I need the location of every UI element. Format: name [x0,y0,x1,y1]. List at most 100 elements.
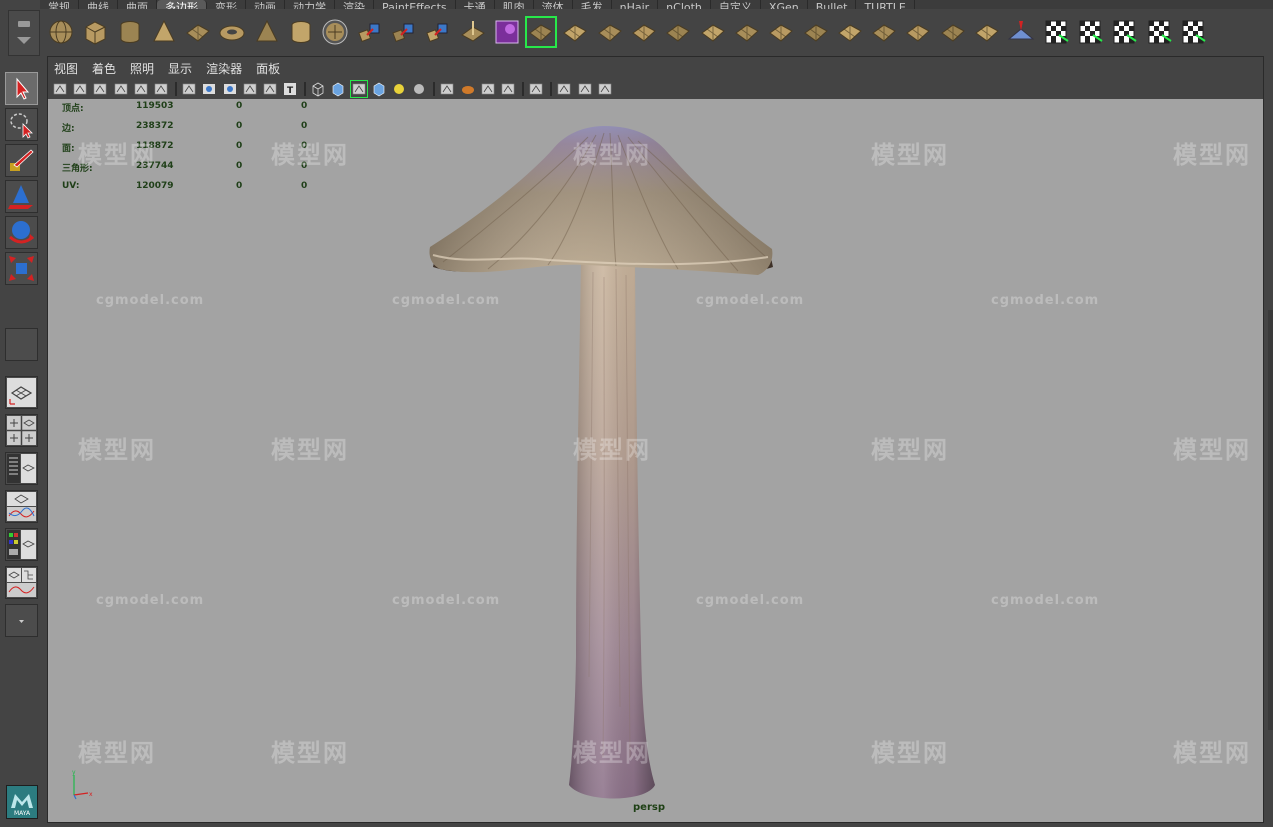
combine-button[interactable] [355,17,385,47]
poly-cone-button[interactable] [149,17,179,47]
automatic-mapping-button[interactable] [1144,17,1174,47]
bevel-button[interactable] [698,17,728,47]
layout-four-view-button[interactable] [5,414,38,447]
film-gate-button[interactable] [201,81,217,97]
shelf-tab-8[interactable]: PaintEffects [374,0,456,9]
shelf-tab-16[interactable]: XGen [761,0,808,9]
screen-space-ao-button[interactable] [439,81,455,97]
merge-vertices-button[interactable] [732,17,762,47]
shelf-tab-1[interactable]: 曲线 [79,0,118,9]
insert-edge-loop-button[interactable] [835,17,865,47]
layout-persp-graph-button[interactable] [5,490,38,523]
separate-button[interactable] [389,17,419,47]
shelf-tab-10[interactable]: 肌肉 [495,0,534,9]
shelf-tab-15[interactable]: 自定义 [711,0,761,9]
paint-select-tool-button[interactable] [5,144,38,177]
shelf-tab-5[interactable]: 动画 [246,0,285,9]
two-d-pan-button[interactable] [133,81,149,97]
poly-helix-button[interactable] [320,17,350,47]
image-plane-button[interactable] [113,81,129,97]
poly-pipe-button[interactable] [286,17,316,47]
shelf-tab-13[interactable]: nHair [612,0,659,9]
shelf-tab-18[interactable]: TURTLE [856,0,915,9]
select-tool-button[interactable] [5,72,38,105]
shelf-tab-14[interactable]: nCloth [658,0,711,9]
shelf-tab-6[interactable]: 动力学 [285,0,335,9]
select-camera-button[interactable] [52,81,68,97]
uv-editor-button[interactable] [1178,17,1208,47]
poly-cube-button[interactable] [80,17,110,47]
sculpt-geometry-button[interactable] [1006,17,1036,47]
wedge-button[interactable] [903,17,933,47]
poly-pyramid-button[interactable] [252,17,282,47]
lasso-tool-button[interactable] [5,108,38,141]
panel-menu-item-1[interactable]: 着色 [92,60,116,77]
split-polygon-button[interactable] [801,17,831,47]
shadows-button[interactable] [411,81,427,97]
layout-persp-outliner-graph-button[interactable] [5,566,38,599]
extract-button[interactable] [423,17,453,47]
depth-of-field-button[interactable] [500,81,516,97]
motion-blur-button[interactable] [460,81,476,97]
planar-mapping-button[interactable] [1041,17,1071,47]
poly-plane-button[interactable] [183,17,213,47]
shelf-tab-11[interactable]: 流体 [534,0,573,9]
xray-button[interactable] [556,81,572,97]
panel-menu-item-5[interactable]: 面板 [256,60,280,77]
last-tool-button[interactable] [5,328,38,361]
isolate-select-button[interactable] [528,81,544,97]
shelf-menu-handle[interactable] [8,10,40,56]
bookmarks-button[interactable] [92,81,108,97]
layout-outliner-persp-button[interactable] [5,452,38,485]
safe-title-button[interactable]: T [282,81,298,97]
poly-sphere-button[interactable] [46,17,76,47]
multisample-aa-button[interactable] [480,81,496,97]
layout-options-button[interactable] [5,604,38,637]
panel-menu-item-4[interactable]: 渲染器 [206,60,242,77]
fill-hole-button[interactable] [629,17,659,47]
scale-tool-button[interactable] [5,252,38,285]
wireframe-button[interactable] [310,81,326,97]
resolution-gate-button[interactable] [222,81,238,97]
shelf-tab-17[interactable]: Bullet [808,0,857,9]
shelf-tab-12[interactable]: 毛发 [573,0,612,9]
grease-pencil-button[interactable] [153,81,169,97]
grid-button[interactable] [181,81,197,97]
spherical-mapping-button[interactable] [1109,17,1139,47]
extrude-button[interactable] [663,17,693,47]
camera-attributes-button[interactable] [72,81,88,97]
xray-active-components-button[interactable] [577,81,593,97]
rotate-tool-button[interactable] [5,216,38,249]
xray-joints-button[interactable] [597,81,613,97]
panel-menu-item-2[interactable]: 照明 [130,60,154,77]
poly-cylinder-button[interactable] [115,17,145,47]
cut-faces-button[interactable] [766,17,796,47]
offset-edge-loop-button[interactable] [869,17,899,47]
field-chart-button[interactable] [262,81,278,97]
panel-menu-item-0[interactable]: 视图 [54,60,78,77]
append-polygon-button[interactable] [595,17,625,47]
smooth-button[interactable] [458,17,488,47]
gate-mask-button[interactable] [242,81,258,97]
boolean-button[interactable] [492,17,522,47]
shelf-tab-4[interactable]: 变形 [207,0,246,9]
wireframe-on-shaded-button[interactable] [349,80,368,98]
textured-button[interactable] [371,81,387,97]
soften-edge-button[interactable] [938,17,968,47]
side-scroll-strip[interactable] [1268,310,1273,730]
perspective-viewport[interactable]: 视图 着色 照明 显示 渲染器 面板 T 顶点: 119503 0 0 边: 238372 0 0 面: 1… [47,56,1264,823]
smooth-shade-button[interactable] [330,81,346,97]
shelf-tab-9[interactable]: 卡通 [456,0,495,9]
use-all-lights-button[interactable] [391,81,407,97]
shelf-tab-3[interactable]: 多边形 [157,0,207,9]
mirror-button[interactable] [525,15,558,48]
bridge-button[interactable] [560,17,590,47]
layout-single-perspective-button[interactable] [5,376,38,409]
layout-hypershade-persp-button[interactable] [5,528,38,561]
panel-menu-item-3[interactable]: 显示 [168,60,192,77]
shelf-tab-2[interactable]: 曲面 [118,0,157,9]
poly-torus-button[interactable] [217,17,247,47]
shelf-tab-7[interactable]: 渲染 [335,0,374,9]
harden-edge-button[interactable] [972,17,1002,47]
cylindrical-mapping-button[interactable] [1075,17,1105,47]
